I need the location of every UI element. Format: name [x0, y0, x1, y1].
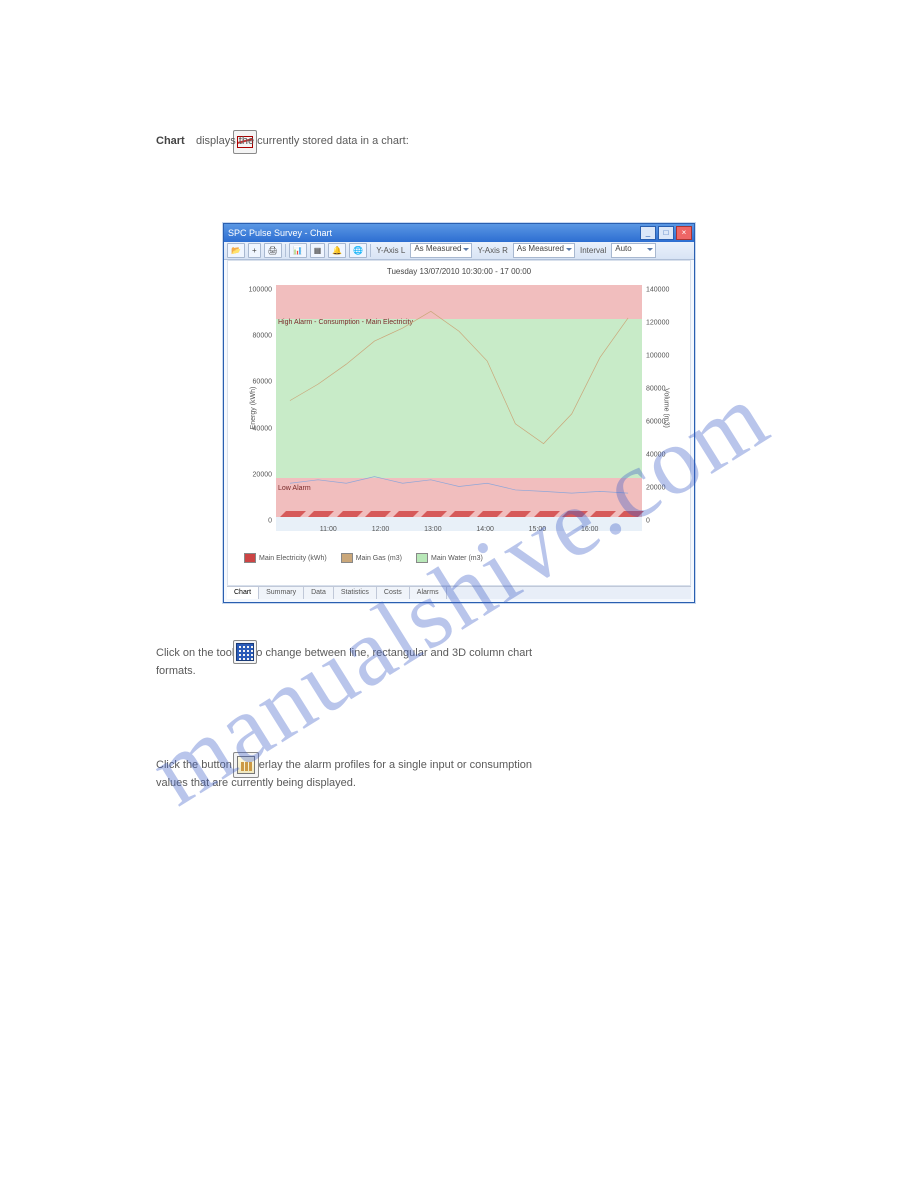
chart-legend: Main Electricity (kWh) Main Gas (m3) Mai…	[244, 553, 483, 563]
app-window: SPC Pulse Survey - Chart _ □ × 📂 + 🖨 📊 ▦…	[223, 223, 695, 603]
para-chart-desc: displays the currently stored data in a …	[196, 134, 409, 149]
alarm-overlay-icon	[233, 752, 259, 778]
tab-costs[interactable]: Costs	[377, 587, 410, 599]
window-title: SPC Pulse Survey - Chart	[228, 228, 332, 238]
close-button[interactable]: ×	[676, 226, 692, 240]
toolbar-chart-type-icon[interactable]: 📊	[289, 243, 307, 258]
tab-bar: Chart Summary Data Statistics Costs Alar…	[227, 586, 691, 599]
yaxis-left-label: Y-Axis L	[374, 246, 407, 255]
grid-icon	[233, 640, 257, 664]
tab-statistics[interactable]: Statistics	[334, 587, 377, 599]
minimize-button[interactable]: _	[640, 226, 656, 240]
yaxis-right-select[interactable]: As Measured	[513, 243, 575, 258]
legend-electricity: Main Electricity (kWh)	[259, 555, 327, 562]
toolbar: 📂 + 🖨 📊 ▦ 🔔 🌐 Y-Axis L As Measured Y-Axi…	[224, 242, 694, 260]
yaxis-left-select[interactable]: As Measured	[410, 243, 472, 258]
para-3d-a: Click the button to overlay the alarm pr…	[156, 758, 532, 773]
title-bar: SPC Pulse Survey - Chart _ □ ×	[224, 224, 694, 242]
yaxis-right-label: Y-Axis R	[475, 246, 509, 255]
legend-water: Main Water (m3)	[431, 555, 483, 562]
interval-select[interactable]: Auto	[611, 243, 656, 258]
tab-summary[interactable]: Summary	[259, 587, 304, 599]
para-3d-b: values that are currently being displaye…	[156, 776, 356, 791]
toolbar-print-icon[interactable]: 🖨	[264, 243, 282, 258]
tab-data[interactable]: Data	[304, 587, 334, 599]
chart-title: Tuesday 13/07/2010 10:30:00 - 17 00:00	[228, 261, 690, 276]
toolbar-globe-icon[interactable]: 🌐	[349, 243, 367, 258]
legend-gas: Main Gas (m3)	[356, 555, 402, 562]
chart-plot: High Alarm - Consumption - Main Electric…	[276, 285, 642, 531]
para-grid-a: Click on the toolbar to change between l…	[156, 646, 532, 661]
interval-label: Interval	[578, 246, 608, 255]
para-grid-b: formats.	[156, 664, 196, 679]
section-label-chart: Chart	[156, 134, 185, 149]
toolbar-grid-icon[interactable]: ▦	[310, 243, 326, 258]
maximize-button[interactable]: □	[658, 226, 674, 240]
toolbar-plus-icon[interactable]: +	[248, 243, 261, 258]
y-axis-left-label: Energy (kWh)	[250, 387, 257, 430]
toolbar-alarm-overlay-icon[interactable]: 🔔	[328, 243, 346, 258]
toolbar-open-icon[interactable]: 📂	[227, 243, 245, 258]
tab-chart[interactable]: Chart	[227, 587, 259, 599]
chart-pane: Tuesday 13/07/2010 10:30:00 - 17 00:00 H…	[227, 260, 691, 586]
tab-alarms[interactable]: Alarms	[410, 587, 447, 599]
